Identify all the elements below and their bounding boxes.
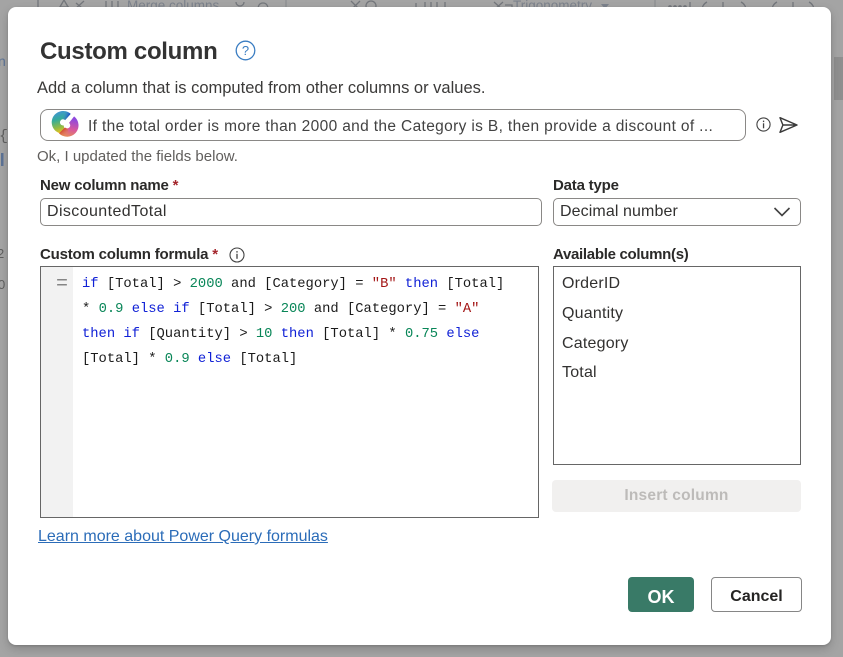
svg-text:?: ? — [242, 43, 249, 58]
svg-text:{: { — [0, 128, 8, 145]
svg-text:0: 0 — [0, 277, 5, 292]
svg-text:2: 2 — [0, 246, 4, 261]
svg-text:n: n — [0, 53, 6, 69]
